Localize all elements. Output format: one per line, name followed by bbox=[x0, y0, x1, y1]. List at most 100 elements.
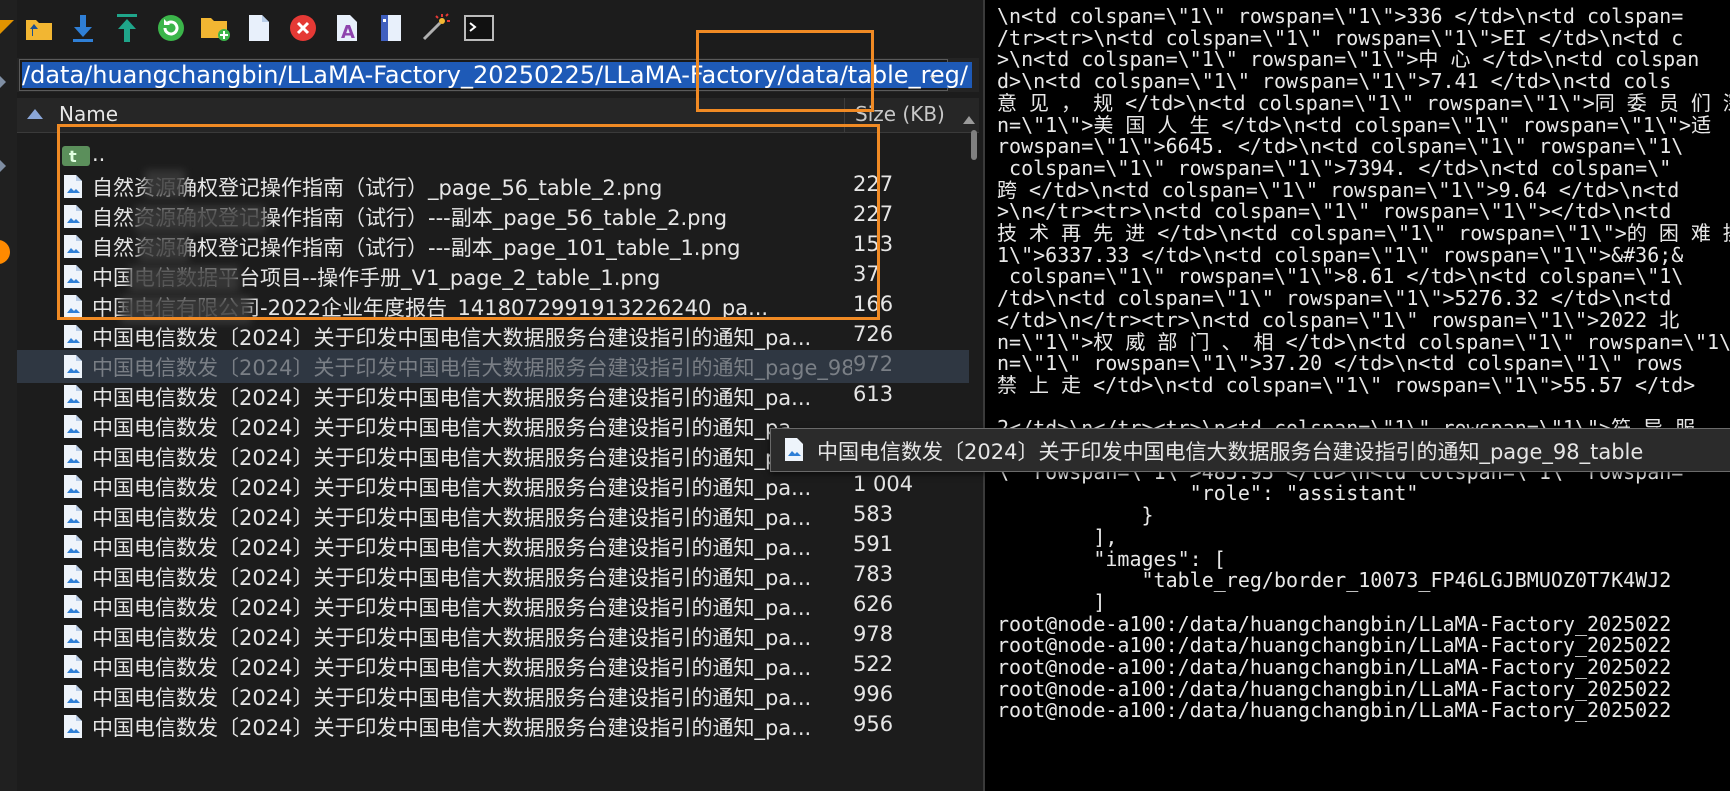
file-size: 978 bbox=[853, 622, 894, 646]
terminal-line: ] bbox=[997, 589, 1106, 614]
image-file-icon bbox=[62, 624, 84, 649]
file-name: 中国电信数发〔2024〕关于印发中国电信大数据服务台建设指引的通知_pa... bbox=[92, 326, 812, 350]
properties-icon[interactable] bbox=[375, 12, 407, 44]
file-row[interactable]: 中国电信数发〔2024〕关于印发中国电信大数据服务台建设指引的通知_pa... 9… bbox=[17, 710, 969, 743]
terminal-line: 1\">6337.33 </td>\n<td colspan=\"1\" row… bbox=[997, 242, 1684, 267]
left-orange-mark bbox=[0, 20, 14, 34]
terminal-line: root@node-a100:/data/huangchangbin/LLaMA… bbox=[997, 676, 1672, 701]
file-size: 591 bbox=[853, 532, 894, 556]
file-size: 583 bbox=[853, 502, 894, 526]
image-file-icon bbox=[62, 504, 84, 529]
terminal-line: \n<td colspan=\"1\" rowspan=\"1\">336 </… bbox=[997, 4, 1684, 28]
file-size: 1 004 bbox=[853, 472, 914, 496]
file-name: 中国电信数发〔2024〕关于印发中国电信大数据服务台建设指引的通知_pa... bbox=[92, 716, 812, 740]
file-name: 中国电信数发〔2024〕关于印发中国电信大数据服务台建设指引的通知_pa... bbox=[92, 626, 812, 650]
terminal-line: ], bbox=[997, 524, 1118, 549]
image-file-icon bbox=[62, 684, 84, 709]
left-edge-strip bbox=[0, 0, 17, 791]
scrollbar-thumb[interactable] bbox=[971, 130, 977, 160]
terminal-pane[interactable]: \n<td colspan=\"1\" rowspan=\"1\">336 </… bbox=[983, 0, 1730, 791]
file-name: 中国电信数发〔2024〕关于印发中国电信大数据服务台建设指引的通知_pa... bbox=[92, 686, 812, 710]
svg-text:A: A bbox=[341, 22, 355, 43]
file-row[interactable]: 中国电信数发〔2024〕关于印发中国电信大数据服务台建设指引的通知_pa... 1… bbox=[17, 470, 969, 503]
terminal-line: } bbox=[997, 503, 1154, 528]
file-row[interactable]: 中国电信数发〔2024〕关于印发中国电信大数据服务台建设指引的通知_pa... 6… bbox=[17, 380, 969, 413]
file-size: 613 bbox=[853, 382, 894, 406]
file-size: 972 bbox=[853, 352, 894, 376]
file-row[interactable]: 中国电信数发〔2024〕关于印发中国电信大数据服务台建设指引的通知_pa... 9… bbox=[17, 620, 969, 653]
terminal-line: rowspan=\"1\">6645. </td>\n<td colspan=\… bbox=[997, 134, 1684, 159]
image-file-icon bbox=[62, 564, 84, 589]
file-size: 626 bbox=[853, 592, 894, 616]
terminal-line: n=\"1\">权 威 部 门 、 相 </td>\n<td colspan=\… bbox=[997, 329, 1730, 354]
terminal-line: n=\"1\">美 国 人 生 </td>\n<td colspan=\"1\"… bbox=[997, 112, 1712, 137]
file-row[interactable]: 中国电信数发〔2024〕关于印发中国电信大数据服务台建设指引的通知_pa... 9… bbox=[17, 680, 969, 713]
terminal-line: root@node-a100:/data/huangchangbin/LLaMA… bbox=[997, 698, 1672, 723]
image-file-icon bbox=[62, 714, 84, 739]
up-folder-icon[interactable] bbox=[23, 12, 55, 44]
terminal-line: 跨 </td>\n<td colspan=\"1\" rowspan=\"1\"… bbox=[997, 177, 1680, 202]
download-icon[interactable] bbox=[67, 12, 99, 44]
terminal-line: "role": "assistant" bbox=[997, 481, 1419, 506]
file-name: 中国电信数发〔2024〕关于印发中国电信大数据服务台建设指引的通知_pa... bbox=[92, 566, 812, 590]
file-size: 783 bbox=[853, 562, 894, 586]
file-name: 中国电信数发〔2024〕关于印发中国电信大数据服务台建设指引的通知_pa... bbox=[92, 386, 812, 410]
image-file-icon bbox=[62, 414, 84, 439]
new-folder-icon[interactable] bbox=[199, 12, 231, 44]
image-file-icon bbox=[62, 594, 84, 619]
orange-highlight-box bbox=[696, 30, 874, 112]
delete-icon[interactable] bbox=[287, 12, 319, 44]
image-file-icon bbox=[62, 354, 84, 379]
refresh-icon[interactable] bbox=[155, 12, 187, 44]
file-size: 956 bbox=[853, 712, 894, 736]
terminal-line: /td>\n<td colspan=\"1\" rowspan=\"1\">52… bbox=[997, 286, 1672, 311]
file-row[interactable]: 中国电信数发〔2024〕关于印发中国电信大数据服务台建设指引的通知_page_9… bbox=[17, 350, 969, 383]
terminal-line: >\n<td colspan=\"1\" rowspan=\"1\">中 心 <… bbox=[997, 47, 1700, 72]
file-name: 中国电信数发〔2024〕关于印发中国电信大数据服务台建设指引的通知_pa... bbox=[92, 506, 812, 530]
terminal-line: root@node-a100:/data/huangchangbin/LLaMA… bbox=[997, 655, 1672, 679]
tooltip-text: 中国电信数发〔2024〕关于印发中国电信大数据服务台建设指引的通知_page_9… bbox=[817, 440, 1644, 464]
file-row[interactable]: 中国电信数发〔2024〕关于印发中国电信大数据服务台建设指引的通知_pa... 7… bbox=[17, 560, 969, 593]
terminal-icon[interactable] bbox=[463, 12, 495, 44]
left-expand-arrow[interactable] bbox=[0, 160, 6, 172]
terminal-line: 禁 上 走 </td>\n<td colspan=\"1\" rowspan=\… bbox=[997, 372, 1696, 397]
magic-wand-icon[interactable] bbox=[419, 12, 451, 44]
file-size: 726 bbox=[853, 322, 894, 346]
file-row[interactable]: 中国电信数发〔2024〕关于印发中国电信大数据服务台建设指引的通知_pa... 7… bbox=[17, 320, 969, 353]
terminal-line: root@node-a100:/data/huangchangbin/LLaMA… bbox=[997, 633, 1672, 658]
rename-icon[interactable]: A bbox=[331, 12, 363, 44]
terminal-line: /tr><tr>\n<td colspan=\"1\" rowspan=\"1\… bbox=[997, 25, 1684, 50]
image-file-icon bbox=[62, 324, 84, 349]
file-name: 中国电信数发〔2024〕关于印发中国电信大数据服务台建设指引的通知_pa... bbox=[92, 476, 812, 500]
terminal-line: "table_reg/border_10073_FP46LGJBMUOZ0T7K… bbox=[997, 568, 1672, 593]
image-file-icon bbox=[62, 534, 84, 559]
left-expand-arrow[interactable] bbox=[0, 76, 6, 88]
file-name: 中国电信数发〔2024〕关于印发中国电信大数据服务台建设指引的通知_pa... bbox=[92, 416, 812, 440]
chevron-down-icon[interactable]: ⌄ bbox=[923, 68, 943, 82]
file-row[interactable]: 中国电信数发〔2024〕关于印发中国电信大数据服务台建设指引的通知_pa... 5… bbox=[17, 650, 969, 683]
file-row[interactable]: 中国电信数发〔2024〕关于印发中国电信大数据服务台建设指引的通知_pa... 5… bbox=[17, 530, 969, 563]
orange-highlight-box bbox=[57, 124, 880, 320]
file-name: 中国电信数发〔2024〕关于印发中国电信大数据服务台建设指引的通知_pa... bbox=[92, 536, 812, 560]
terminal-line: </td>\n</tr><tr>\n<td colspan=\"1\" rows… bbox=[997, 307, 1680, 332]
scroll-up-arrow[interactable] bbox=[963, 116, 975, 124]
filename-tooltip: 中国电信数发〔2024〕关于印发中国电信大数据服务台建设指引的通知_page_9… bbox=[770, 428, 1730, 472]
file-explorer-pane: A /data/huangchangbin/LLaMA-Factory_2025… bbox=[17, 0, 983, 791]
terminal-line: root@node-a100:/data/huangchangbin/LLaMA… bbox=[997, 611, 1672, 636]
toolbar: A bbox=[17, 8, 495, 48]
terminal-line: 意 见 ， 规 </td>\n<td colspan=\"1\" rowspan… bbox=[997, 90, 1730, 115]
terminal-line: "images": [ bbox=[997, 546, 1226, 571]
image-file-icon bbox=[783, 437, 805, 462]
file-size: 996 bbox=[853, 682, 894, 706]
file-size: 522 bbox=[853, 652, 894, 676]
upload-icon[interactable] bbox=[111, 12, 143, 44]
terminal-line: 技 术 再 先 进 </td>\n<td colspan=\"1\" rowsp… bbox=[997, 221, 1730, 245]
file-row[interactable]: 中国电信数发〔2024〕关于印发中国电信大数据服务台建设指引的通知_pa... 5… bbox=[17, 500, 969, 533]
terminal-line: colspan=\"1\" rowspan=\"1\">8.61 </td>\n… bbox=[997, 264, 1684, 289]
new-file-icon[interactable] bbox=[243, 12, 275, 44]
sort-ascending-icon[interactable] bbox=[27, 109, 43, 119]
image-file-icon bbox=[62, 444, 84, 469]
file-name: 中国电信数发〔2024〕关于印发中国电信大数据服务台建设指引的通知_pa... bbox=[92, 446, 812, 470]
column-header-name[interactable]: Name bbox=[59, 102, 118, 126]
file-row[interactable]: 中国电信数发〔2024〕关于印发中国电信大数据服务台建设指引的通知_pa... 6… bbox=[17, 590, 969, 623]
